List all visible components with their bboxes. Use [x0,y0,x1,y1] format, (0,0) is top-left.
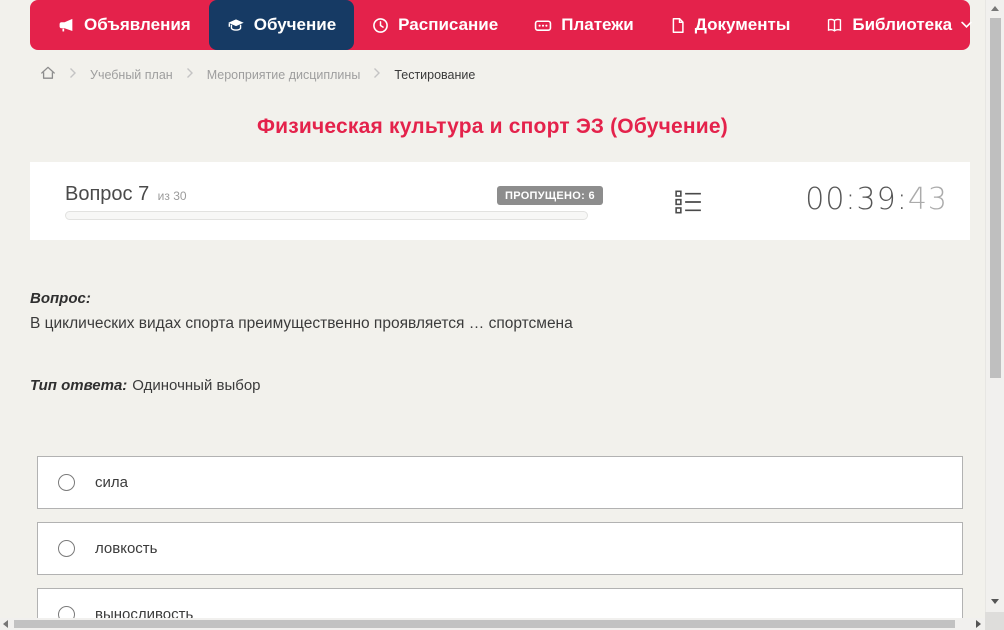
scroll-left-arrow-icon[interactable] [3,620,8,628]
chevron-right-icon [186,67,194,82]
nav-item-label: Расписание [398,15,499,34]
answer-options: сила ловкость выносливость [37,456,963,630]
library-icon [826,17,843,34]
scroll-right-arrow-icon[interactable] [976,620,981,628]
document-icon [670,17,686,34]
clock-icon [372,17,389,34]
answer-type-line: Тип ответа: Одиночный выбор [30,377,985,394]
question-list-icon[interactable] [675,189,702,220]
nav-item-documents[interactable]: Документы [652,0,809,50]
skipped-badge: ПРОПУЩЕНО: 6 [497,186,603,205]
nav-item-label: Документы [694,15,791,34]
megaphone-icon [58,17,75,34]
question-block: Вопрос: В циклических видах спорта преим… [30,290,985,394]
answer-type-value: Одиночный выбор [132,377,261,394]
chevron-right-icon [373,67,381,82]
chevron-right-icon [69,67,77,82]
radio-icon[interactable] [58,540,75,557]
nav-item-schedule[interactable]: Расписание [354,0,516,50]
home-icon[interactable] [40,65,56,84]
vertical-scrollbar-thumb[interactable] [990,18,1001,378]
page-title: Физическая культура и спорт ЭЗ (Обучение… [257,115,728,138]
timer: 00:39:43 [805,182,948,217]
graduation-cap-icon [227,17,245,34]
payments-icon [534,17,552,34]
answer-option-label: сила [95,474,128,491]
nav-item-label: Обучение [253,15,337,34]
answer-option-1[interactable]: сила [37,456,963,509]
quiz-progress-bar [65,211,588,220]
vertical-scrollbar[interactable] [985,0,1004,612]
nav-item-label: Объявления [84,15,191,34]
question-number: Вопрос 7 [65,183,150,205]
question-total: из 30 [157,189,187,203]
main-navbar: Объявления Обучение Расписание Платежи Д… [30,0,972,50]
nav-item-label: Библиотека [852,15,953,34]
breadcrumb-item-curriculum[interactable]: Учебный план [90,68,173,82]
horizontal-scrollbar-thumb[interactable] [14,620,955,628]
nav-item-payments[interactable]: Платежи [516,0,652,50]
breadcrumb-item-discipline-event[interactable]: Мероприятие дисциплины [207,68,361,82]
chevron-down-icon [961,21,972,29]
answer-option-label: ловкость [95,540,158,557]
breadcrumb-item-testing: Тестирование [394,67,476,82]
nav-item-learning[interactable]: Обучение [208,0,355,50]
nav-item-label: Платежи [561,15,634,34]
page-content: Объявления Обучение Расписание Платежи Д… [0,0,985,630]
answer-type-label: Тип ответа: [30,377,128,394]
nav-item-library[interactable]: Библиотека [808,0,990,50]
nav-item-announcements[interactable]: Объявления [40,0,209,50]
scroll-up-arrow-icon[interactable] [991,6,999,11]
scrollbar-corner [985,612,1004,630]
radio-icon[interactable] [58,474,75,491]
answer-option-2[interactable]: ловкость [37,522,963,575]
timer-main: 00:39: [805,182,908,217]
timer-seconds: 43 [907,182,948,217]
horizontal-scrollbar[interactable] [0,618,985,630]
question-prompt-label: Вопрос: [30,290,91,307]
question-counter: Вопрос 7 из 30 [65,183,187,206]
scroll-down-arrow-icon[interactable] [991,599,999,604]
breadcrumb: Учебный план Мероприятие дисциплины Тест… [40,65,985,84]
question-text: В циклических видах спорта преимуществен… [30,315,573,332]
quiz-status-panel: Вопрос 7 из 30 ПРОПУЩЕНО: 6 00:39:43 [30,162,970,240]
